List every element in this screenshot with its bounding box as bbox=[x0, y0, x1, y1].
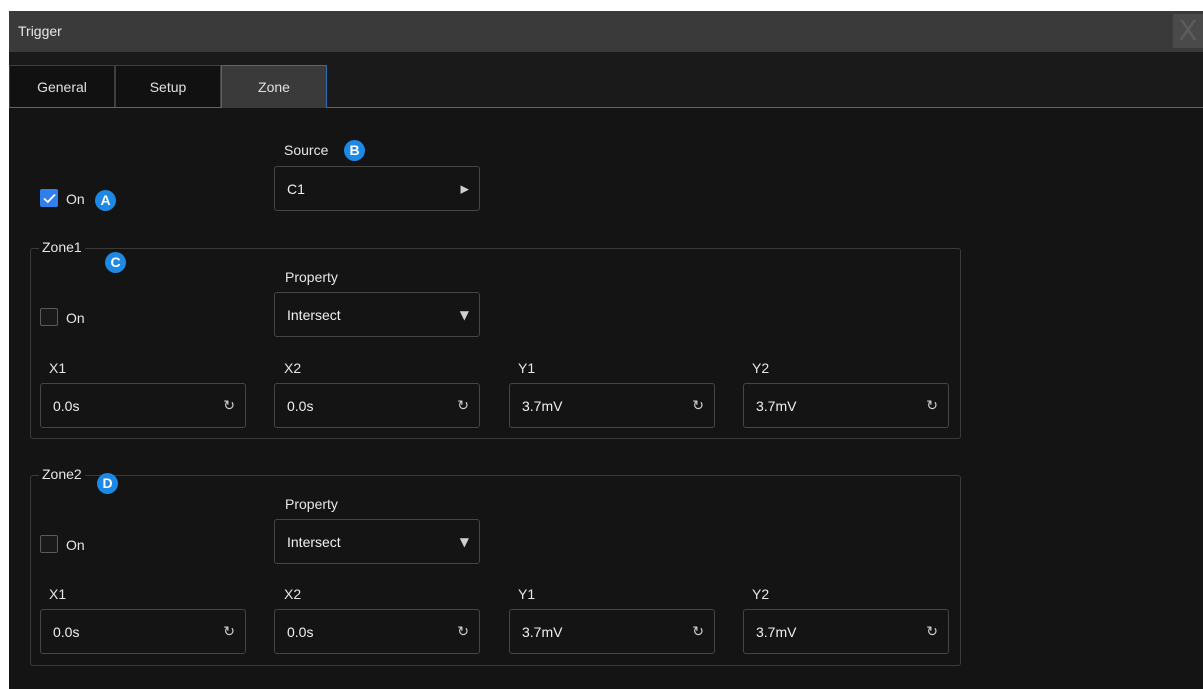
refresh-icon[interactable]: ↻ bbox=[223, 398, 235, 414]
tab-setup[interactable]: Setup bbox=[115, 65, 221, 107]
tab-zone[interactable]: Zone bbox=[221, 65, 327, 108]
zone1-x2-value: 0.0s bbox=[287, 397, 314, 414]
zone1-y1-input[interactable]: 3.7mV ↻ bbox=[509, 383, 715, 428]
refresh-icon[interactable]: ↻ bbox=[926, 398, 938, 414]
zone1-property-value: Intersect bbox=[287, 306, 341, 323]
dropdown-arrow-icon: ▼ bbox=[459, 307, 469, 322]
trigger-dialog: Trigger X General Setup Zone On A Source… bbox=[9, 11, 1203, 689]
tab-general[interactable]: General bbox=[9, 65, 115, 107]
close-button[interactable]: X bbox=[1173, 14, 1203, 48]
zone-on-checkbox[interactable] bbox=[40, 189, 58, 207]
zone2-property-label: Property bbox=[285, 496, 338, 512]
refresh-icon[interactable]: ↻ bbox=[692, 398, 704, 414]
refresh-icon[interactable]: ↻ bbox=[457, 398, 469, 414]
zone2-on-label: On bbox=[66, 537, 85, 553]
zone2-y1-label: Y1 bbox=[518, 586, 536, 602]
zone1-property-select[interactable]: Intersect ▼ bbox=[274, 292, 480, 337]
zone1-y2-label: Y2 bbox=[752, 360, 770, 376]
zone2-x2-input[interactable]: 0.0s ↻ bbox=[274, 609, 480, 654]
zone1-title: Zone1 bbox=[39, 239, 85, 255]
zone1-x1-label: X1 bbox=[49, 360, 67, 376]
dropdown-arrow-icon: ▼ bbox=[459, 534, 469, 549]
source-value: C1 bbox=[287, 180, 305, 197]
zone1-on-checkbox[interactable] bbox=[40, 308, 58, 326]
callout-badge-b: B bbox=[344, 140, 365, 161]
zone2-x1-value: 0.0s bbox=[53, 623, 80, 640]
zone2-on-checkbox[interactable] bbox=[40, 535, 58, 553]
refresh-icon[interactable]: ↻ bbox=[926, 624, 938, 640]
zone1-y1-label: Y1 bbox=[518, 360, 536, 376]
zone1-x1-value: 0.0s bbox=[53, 397, 80, 414]
refresh-icon[interactable]: ↻ bbox=[692, 624, 704, 640]
zone2-title: Zone2 bbox=[39, 466, 85, 482]
zone2-y2-input[interactable]: 3.7mV ↻ bbox=[743, 609, 949, 654]
arrow-right-icon: ▶ bbox=[460, 182, 469, 195]
zone2-property-value: Intersect bbox=[287, 533, 341, 550]
zone1-x1-input[interactable]: 0.0s ↻ bbox=[40, 383, 246, 428]
zone1-property-label: Property bbox=[285, 269, 338, 285]
callout-badge-a: A bbox=[95, 190, 116, 211]
tab-bar: General Setup Zone bbox=[9, 52, 1203, 108]
zone2-y1-value: 3.7mV bbox=[522, 623, 563, 640]
zone-on-label: On bbox=[66, 191, 85, 207]
refresh-icon[interactable]: ↻ bbox=[223, 624, 235, 640]
zone1-x2-label: X2 bbox=[284, 360, 302, 376]
zone2-property-select[interactable]: Intersect ▼ bbox=[274, 519, 480, 564]
zone2-y2-label: Y2 bbox=[752, 586, 770, 602]
zone2-x1-label: X1 bbox=[49, 586, 67, 602]
zone2-y2-value: 3.7mV bbox=[756, 623, 797, 640]
title-bar: Trigger X bbox=[9, 11, 1203, 52]
callout-badge-d: D bbox=[97, 473, 118, 494]
zone1-on-label: On bbox=[66, 310, 85, 326]
zone2-x2-value: 0.0s bbox=[287, 623, 314, 640]
source-selector[interactable]: C1 ▶ bbox=[274, 166, 480, 211]
zone2-x2-label: X2 bbox=[284, 586, 302, 602]
zone2-y1-input[interactable]: 3.7mV ↻ bbox=[509, 609, 715, 654]
source-label: Source bbox=[284, 142, 329, 158]
zone1-y2-input[interactable]: 3.7mV ↻ bbox=[743, 383, 949, 428]
refresh-icon[interactable]: ↻ bbox=[457, 624, 469, 640]
checkmark-icon bbox=[43, 193, 56, 204]
callout-badge-c: C bbox=[105, 252, 126, 273]
zone1-y2-value: 3.7mV bbox=[756, 397, 797, 414]
dialog-title: Trigger bbox=[18, 23, 62, 39]
zone1-y1-value: 3.7mV bbox=[522, 397, 563, 414]
zone2-x1-input[interactable]: 0.0s ↻ bbox=[40, 609, 246, 654]
zone1-x2-input[interactable]: 0.0s ↻ bbox=[274, 383, 480, 428]
